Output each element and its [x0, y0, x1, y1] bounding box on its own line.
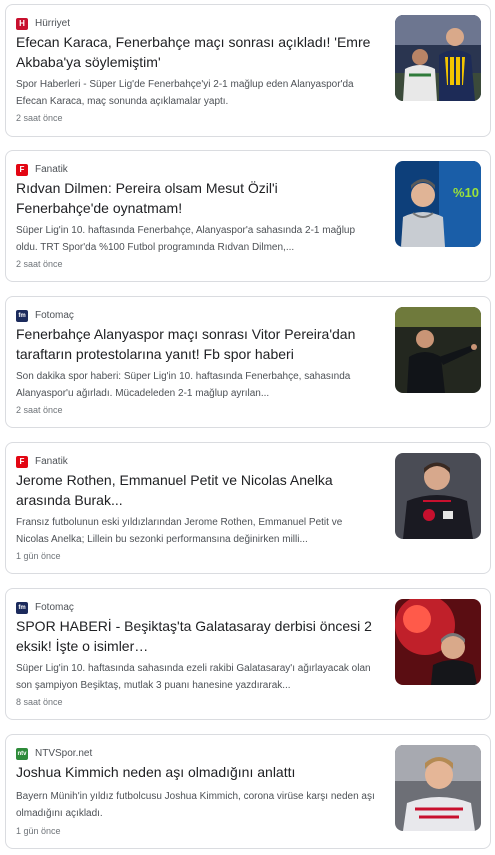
news-timestamp: 8 saat önce — [16, 697, 63, 707]
news-source: F Fanatik — [16, 455, 68, 469]
thumb-overlay-text: %10 FUTB — [453, 185, 481, 200]
news-snippet: Bayern Münih'in yıldız futbolcusu Joshua… — [16, 791, 375, 819]
news-timestamp: 2 saat önce — [16, 113, 63, 123]
news-card[interactable]: fm Fotomaç Fenerbahçe Alanyaspor maçı so… — [5, 296, 491, 428]
kimmich-photo-icon — [395, 745, 481, 831]
source-name: Fanatik — [35, 164, 68, 175]
news-card[interactable]: ntv NTVSpor.net Joshua Kimmich neden aşı… — [5, 734, 491, 849]
news-source: F Fanatik — [16, 163, 68, 177]
besiktas-coach-photo-icon — [395, 599, 481, 685]
lille-player-photo-icon — [395, 453, 481, 539]
source-logo-icon: ntv — [16, 748, 28, 760]
news-thumbnail[interactable] — [395, 307, 481, 393]
source-name: Fotomaç — [35, 602, 74, 613]
source-logo-icon: H — [16, 18, 28, 30]
news-snippet: Fransız futbolunun eski yıldızlarından J… — [16, 517, 343, 545]
source-name: NTVSpor.net — [35, 748, 93, 759]
news-title[interactable]: Jerome Rothen, Emmanuel Petit ve Nicolas… — [16, 470, 374, 510]
news-snippet: Spor Haberleri - Süper Lig'de Fenerbahçe… — [16, 79, 354, 107]
news-source: fm Fotomaç — [16, 601, 74, 615]
news-source: H Hürriyet — [16, 17, 70, 31]
news-card[interactable]: F Fanatik Rıdvan Dilmen: Pereira olsam M… — [5, 150, 491, 282]
news-timestamp: 1 gün önce — [16, 826, 61, 836]
news-thumbnail[interactable]: %10 FUTB — [395, 161, 481, 247]
source-logo-icon: fm — [16, 602, 28, 614]
news-snippet: Süper Lig'in 10. haftasında Fenerbahçe, … — [16, 225, 356, 253]
news-thumbnail[interactable] — [395, 15, 481, 101]
news-title[interactable]: Rıdvan Dilmen: Pereira olsam Mesut Özil'… — [16, 178, 374, 218]
news-title[interactable]: Fenerbahçe Alanyaspor maçı sonrası Vitor… — [16, 324, 374, 364]
news-card[interactable]: F Fanatik Jerome Rothen, Emmanuel Petit … — [5, 442, 491, 574]
source-logo-icon: F — [16, 456, 28, 468]
news-timestamp: 2 saat önce — [16, 405, 63, 415]
news-snippet: Son dakika spor haberi: Süper Lig'in 10.… — [16, 371, 351, 399]
coach-photo-icon — [395, 307, 481, 393]
source-name: Fanatik — [35, 456, 68, 467]
news-title[interactable]: SPOR HABERİ - Beşiktaş'ta Galatasaray de… — [16, 616, 374, 656]
news-timestamp: 1 gün önce — [16, 551, 61, 561]
tv-studio-photo-icon: %10 FUTB — [395, 161, 481, 247]
news-feed: H Hürriyet Efecan Karaca, Fenerbahçe maç… — [0, 0, 495, 855]
source-logo-icon: F — [16, 164, 28, 176]
news-title[interactable]: Joshua Kimmich neden aşı olmadığını anla… — [16, 762, 374, 782]
news-source: ntv NTVSpor.net — [16, 747, 92, 761]
news-snippet: Süper Lig'in 10. haftasında sahasında ez… — [16, 663, 371, 691]
news-card[interactable]: fm Fotomaç SPOR HABERİ - Beşiktaş'ta Gal… — [5, 588, 491, 720]
news-source: fm Fotomaç — [16, 309, 74, 323]
news-title[interactable]: Efecan Karaca, Fenerbahçe maçı sonrası a… — [16, 32, 374, 72]
source-logo-icon: fm — [16, 310, 28, 322]
news-thumbnail[interactable] — [395, 453, 481, 539]
source-name: Fotomaç — [35, 310, 74, 321]
players-photo-icon — [395, 15, 481, 101]
source-name: Hürriyet — [35, 18, 71, 29]
news-thumbnail[interactable] — [395, 745, 481, 831]
news-thumbnail[interactable] — [395, 599, 481, 685]
news-timestamp: 2 saat önce — [16, 259, 63, 269]
news-card[interactable]: H Hürriyet Efecan Karaca, Fenerbahçe maç… — [5, 4, 491, 137]
